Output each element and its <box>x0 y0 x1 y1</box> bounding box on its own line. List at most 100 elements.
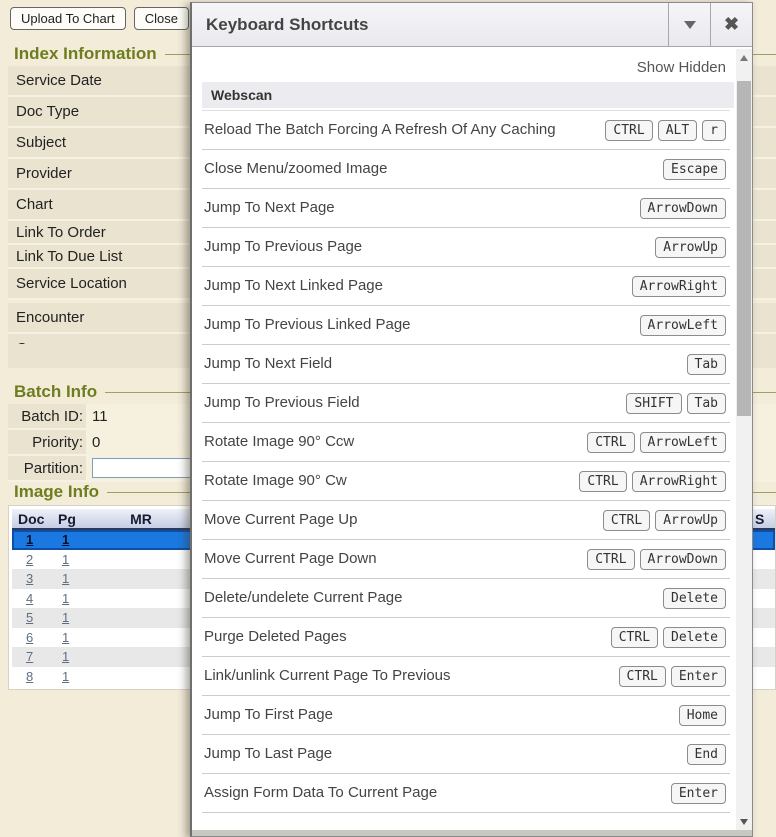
pg-cell: 1 <box>58 552 106 567</box>
keyboard-shortcuts-dialog: Keyboard Shortcuts ✖ Show Hidden Webscan… <box>190 2 753 837</box>
shortcut-action: Move Current Page Down <box>204 549 587 569</box>
batch-info-title: Batch Info <box>14 382 97 402</box>
shortcut-action: Jump To Last Page <box>204 744 687 764</box>
doc-link[interactable]: 3 <box>26 571 33 586</box>
pg-link[interactable]: 1 <box>62 591 69 606</box>
section-webscan: Webscan <box>202 82 734 108</box>
shortcut-keys: ArrowRight <box>632 276 726 297</box>
close-button[interactable]: Close <box>134 7 189 30</box>
key-badge: CTRL <box>579 471 626 492</box>
shortcut-keys: CTRLArrowDown <box>587 549 726 570</box>
shortcut-keys: Enter <box>671 783 726 804</box>
shortcut-row: Move Current Page DownCTRLArrowDown <box>202 540 730 579</box>
shortcut-keys: CTRLArrowRight <box>579 471 726 492</box>
arrow-up-icon <box>740 55 748 61</box>
collapse-button[interactable] <box>668 3 710 46</box>
shortcut-action: Reload The Batch Forcing A Refresh Of An… <box>204 120 605 140</box>
pg-cell: 1 <box>58 591 106 606</box>
dialog-header[interactable]: Keyboard Shortcuts ✖ <box>192 3 752 47</box>
shortcut-row: Jump To Next Linked PageArrowRight <box>202 267 730 306</box>
pg-cell: 1 <box>58 669 106 684</box>
dialog-scrollbar[interactable] <box>736 49 752 830</box>
key-badge: ArrowDown <box>640 198 726 219</box>
shortcut-row: Jump To Previous Linked PageArrowLeft <box>202 306 730 345</box>
pg-link[interactable]: 1 <box>62 610 69 625</box>
key-badge: CTRL <box>619 666 666 687</box>
shortcut-list: Reload The Batch Forcing A Refresh Of An… <box>202 110 730 813</box>
shortcut-action: Close Menu/zoomed Image <box>204 159 663 179</box>
dialog-body: Show Hidden Webscan Reload The Batch For… <box>192 48 736 830</box>
shortcut-row: Rotate Image 90° CwCTRLArrowRight <box>202 462 730 501</box>
shortcut-action: Jump To Next Linked Page <box>204 276 632 296</box>
shortcut-keys: Tab <box>687 354 726 375</box>
upload-to-chart-button[interactable]: Upload To Chart <box>10 7 126 30</box>
column-mr: MR <box>106 511 176 527</box>
pg-cell: 1 <box>58 610 106 625</box>
doc-cell: 4 <box>18 591 58 606</box>
image-info-title: Image Info <box>14 482 99 502</box>
shortcut-action: Jump To First Page <box>204 705 679 725</box>
pg-link[interactable]: 1 <box>62 532 69 547</box>
scroll-up-button[interactable] <box>736 49 752 66</box>
dialog-close-button[interactable]: ✖ <box>710 3 752 46</box>
shortcut-keys: CTRLArrowUp <box>603 510 726 531</box>
pg-link[interactable]: 1 <box>62 571 69 586</box>
key-badge: ArrowLeft <box>640 432 726 453</box>
key-badge: SHIFT <box>626 393 681 414</box>
key-badge: Delete <box>663 627 726 648</box>
doc-link[interactable]: 2 <box>26 552 33 567</box>
pg-link[interactable]: 1 <box>62 552 69 567</box>
shortcut-row: Purge Deleted PagesCTRLDelete <box>202 618 730 657</box>
doc-link[interactable]: 6 <box>26 630 33 645</box>
key-badge: ArrowUp <box>655 510 726 531</box>
shortcut-keys: ArrowUp <box>655 237 726 258</box>
pg-cell: 1 <box>58 532 106 547</box>
key-badge: ArrowUp <box>655 237 726 258</box>
doc-link[interactable]: 4 <box>26 591 33 606</box>
key-badge: CTRL <box>605 120 652 141</box>
key-badge: ArrowDown <box>640 549 726 570</box>
key-badge: Escape <box>663 159 726 180</box>
doc-link[interactable]: 5 <box>26 610 33 625</box>
shortcut-row: Move Current Page UpCTRLArrowUp <box>202 501 730 540</box>
shortcut-keys: SHIFTTab <box>626 393 726 414</box>
pg-cell: 1 <box>58 571 106 586</box>
pg-link[interactable]: 1 <box>62 649 69 664</box>
chevron-down-icon <box>684 21 696 29</box>
shortcut-row: Assign Form Data To Current PageEnter <box>202 774 730 813</box>
scroll-down-button[interactable] <box>736 813 752 830</box>
arrow-down-icon <box>740 819 748 825</box>
shortcut-row: Jump To Previous PageArrowUp <box>202 228 730 267</box>
show-hidden-link[interactable]: Show Hidden <box>192 48 736 82</box>
shortcut-keys: ArrowDown <box>640 198 726 219</box>
shortcut-keys: End <box>687 744 726 765</box>
shortcut-keys: CTRLALTr <box>605 120 726 141</box>
doc-cell: 2 <box>18 552 58 567</box>
shortcut-action: Assign Form Data To Current Page <box>204 783 671 803</box>
dialog-title: Keyboard Shortcuts <box>192 15 668 35</box>
index-information-title: Index Information <box>14 44 157 64</box>
key-badge: ArrowRight <box>632 276 726 297</box>
doc-link[interactable]: 7 <box>26 649 33 664</box>
doc-cell: 8 <box>18 669 58 684</box>
key-badge: CTRL <box>611 627 658 648</box>
pg-link[interactable]: 1 <box>62 630 69 645</box>
shortcut-row: Reload The Batch Forcing A Refresh Of An… <box>202 111 730 150</box>
shortcut-action: Delete/undelete Current Page <box>204 588 663 608</box>
doc-link[interactable]: 1 <box>26 532 33 547</box>
scrollbar-thumb[interactable] <box>737 81 751 416</box>
doc-cell: 1 <box>18 532 58 547</box>
shortcut-row: Jump To First PageHome <box>202 696 730 735</box>
key-badge: Delete <box>663 588 726 609</box>
partition-label: Partition: <box>8 456 86 480</box>
shortcut-action: Jump To Next Field <box>204 354 687 374</box>
shortcut-keys: Delete <box>663 588 726 609</box>
key-badge: Enter <box>671 783 726 804</box>
key-badge: Tab <box>687 354 726 375</box>
priority-label: Priority: <box>8 430 86 454</box>
doc-link[interactable]: 8 <box>26 669 33 684</box>
pg-link[interactable]: 1 <box>62 669 69 684</box>
shortcut-keys: Escape <box>663 159 726 180</box>
key-badge: CTRL <box>587 432 634 453</box>
doc-cell: 5 <box>18 610 58 625</box>
